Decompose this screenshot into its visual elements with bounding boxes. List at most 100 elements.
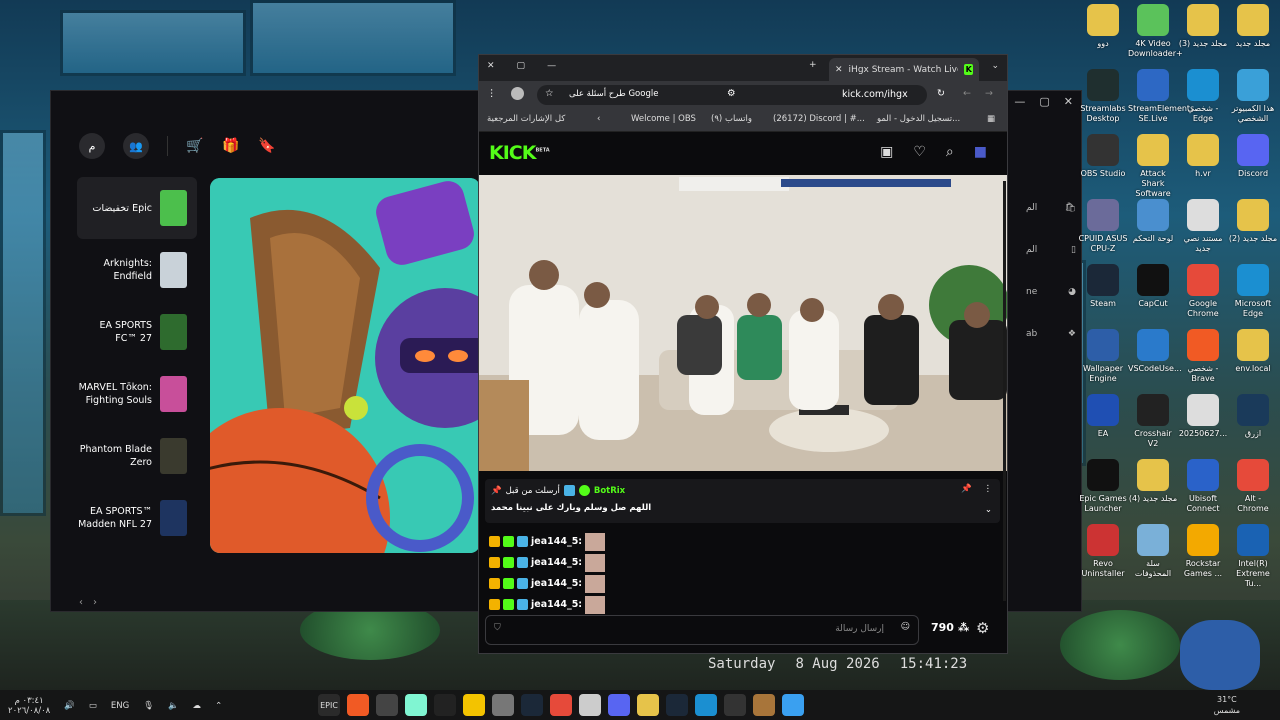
chat-message[interactable]: jea144_5: <box>489 552 606 573</box>
chevron-up-icon[interactable]: ⌃ <box>215 701 222 711</box>
cart-icon[interactable]: 🛒 <box>186 137 204 155</box>
bookmark-discord[interactable]: (26172) Discord | #... <box>773 114 865 124</box>
desktop-icon[interactable]: دوو <box>1078 4 1128 49</box>
more-options-icon[interactable]: ⋮ <box>984 484 993 494</box>
desktop-icon[interactable]: شخصي - Edge <box>1178 69 1228 124</box>
stream-video[interactable] <box>479 175 1007 471</box>
chat-username[interactable]: jea144_5: <box>531 557 582 568</box>
bookmark-obs[interactable]: Welcome | OBS <box>631 114 696 124</box>
kick-logo[interactable]: KICKBETA <box>489 142 550 164</box>
hero-banner[interactable] <box>210 178 480 553</box>
desktop-icon[interactable]: Streamlabs Desktop <box>1078 69 1128 124</box>
desktop-icon[interactable]: h.vr <box>1178 134 1228 179</box>
close-button[interactable]: ✕ <box>487 61 495 71</box>
microphone-icon[interactable]: 🎙 <box>143 701 154 711</box>
taskbar-app-brave[interactable] <box>347 694 369 716</box>
chat-username[interactable]: jea144_5: <box>531 599 582 610</box>
volume-icon[interactable]: 🔊 <box>64 701 75 711</box>
close-button[interactable]: ✕ <box>1064 95 1073 108</box>
desktop-icon[interactable]: (4) مجلد جديد <box>1128 459 1178 504</box>
desktop-icon[interactable]: 4K Video Downloader+ <box>1128 4 1183 59</box>
chevron-left-icon[interactable]: ‹ <box>79 597 83 608</box>
desktop-icon[interactable]: مستند نصي جديد <box>1178 199 1228 254</box>
desktop-icon[interactable]: CapCut <box>1128 264 1178 309</box>
chevron-down-icon[interactable]: ⌄ <box>985 505 992 515</box>
sidebar-item[interactable]: EA SPORTS™ Madden NFL 27 <box>77 487 197 549</box>
gift-icon[interactable]: 🎁 <box>222 137 240 155</box>
minimize-button[interactable]: — <box>547 61 556 71</box>
desktop-icon[interactable]: Ubisoft Connect <box>1178 459 1228 514</box>
taskbar-app-chrome[interactable] <box>550 694 572 716</box>
desktop-icon[interactable]: EA <box>1078 394 1128 439</box>
chrome-window[interactable]: ✕ ▢ — + ✕ iHgx Stream - Watch Live on Ki… <box>478 54 1008 654</box>
weather-widget[interactable]: 31°C مشمس <box>1214 694 1240 716</box>
desktop-icon[interactable]: Epic Games Launcher <box>1078 459 1128 514</box>
account-icon[interactable]: ■ <box>974 144 987 160</box>
desktop-icon[interactable]: ازرق <box>1228 394 1278 439</box>
desktop-icon[interactable]: Google Chrome <box>1178 264 1228 319</box>
bookmark-whatsapp[interactable]: (٩) واتساب <box>711 114 752 124</box>
taskbar-app-streamlabs[interactable] <box>405 694 427 716</box>
forward-icon[interactable]: ← <box>963 88 971 99</box>
desktop-icon[interactable]: StreamElements SE.Live <box>1128 69 1194 124</box>
taskbar-app-steam-2[interactable] <box>666 694 688 716</box>
bookmark-all[interactable]: كل الإشارات المرجعية <box>487 114 565 124</box>
taskbar-app-explorer[interactable] <box>637 694 659 716</box>
maximize-button[interactable]: ▢ <box>1039 95 1049 108</box>
cloud-icon[interactable]: ☁ <box>193 701 202 711</box>
desktop-icon[interactable]: OBS Studio <box>1078 134 1128 179</box>
taskbar-app-food[interactable] <box>753 694 775 716</box>
sidebar-item[interactable]: Phantom Blade Zero <box>77 425 197 487</box>
taskbar-app-steam[interactable] <box>521 694 543 716</box>
desktop-icon[interactable]: 20250627... <box>1178 394 1228 439</box>
reload-icon[interactable]: ↻ <box>937 88 945 99</box>
desktop-icon[interactable]: Crosshair V2 <box>1128 394 1178 449</box>
clip-icon[interactable]: ▣ <box>880 144 893 160</box>
desktop-icon[interactable]: مجلد جديد <box>1228 4 1278 49</box>
chat-message[interactable]: jea144_5: <box>489 573 606 594</box>
google-chip[interactable]: طرح أسئلة على Google <box>569 89 658 99</box>
taskbar-app-edge[interactable] <box>695 694 717 716</box>
chat-message[interactable]: jea144_5: <box>489 531 606 552</box>
taskbar-app-obs[interactable] <box>376 694 398 716</box>
pin-toggle-icon[interactable]: 📌 <box>961 484 972 494</box>
sidebar-item[interactable]: MARVEL Tōkon: Fighting Souls <box>77 363 197 425</box>
desktop-icon[interactable]: Rockstar Games ... <box>1178 524 1228 579</box>
profile-icon[interactable] <box>511 87 524 100</box>
tray-clock[interactable]: ٠٣:٤١ م ٢٠٢٦/٠٨/٠٨ <box>8 696 50 716</box>
url-text[interactable]: kick.com/ihgx <box>842 89 908 100</box>
shield-icon[interactable]: ⛉ <box>494 623 501 633</box>
desktop-icon[interactable]: Steam <box>1078 264 1128 309</box>
desktop-icon[interactable]: Microsoft Edge <box>1228 264 1278 319</box>
settings-icon[interactable]: ⚙ <box>976 619 989 637</box>
chat-username[interactable]: jea144_5: <box>531 536 582 547</box>
bookmark-icon[interactable]: 🔖 <box>258 137 276 155</box>
minimize-button[interactable]: — <box>1014 95 1025 108</box>
desktop-icon[interactable]: شخصي - Brave <box>1178 329 1228 384</box>
desktop-icon[interactable]: Discord <box>1228 134 1278 179</box>
taskbar-app-store[interactable] <box>579 694 601 716</box>
desktop-icon[interactable]: Intel(R) Extreme Tu... <box>1228 524 1278 589</box>
tab-kick[interactable]: ✕ iHgx Stream - Watch Live on Ki K <box>829 58 979 81</box>
friends-icon[interactable]: 👥 <box>123 133 149 159</box>
taskbar-app-files[interactable] <box>492 694 514 716</box>
back-icon[interactable]: → <box>985 88 993 99</box>
pinned-message[interactable]: 📌 أرسلت من قبل BotRix اللهم صل وسلم وبار… <box>485 479 1000 523</box>
desktop-icon[interactable]: Alt - Chrome <box>1228 459 1278 514</box>
desktop-icon[interactable]: CPUID ASUS CPU-Z <box>1078 199 1128 254</box>
bookmark-login[interactable]: تسجيل الدخول - المو... <box>877 114 960 124</box>
chat-message[interactable]: jea144_5: <box>489 594 606 615</box>
chat-input[interactable]: ⛉ إرسال رسالة ☺ <box>485 615 919 645</box>
desktop-icon[interactable]: Revo Uninstaller <box>1078 524 1128 579</box>
sidebar-item[interactable]: EA SPORTS FC™ 27 <box>77 301 197 363</box>
desktop-icon[interactable]: (3) مجلد جديد <box>1178 4 1228 49</box>
chat-scrollbar[interactable] <box>1003 181 1006 601</box>
search-icon[interactable]: ⌕ <box>946 144 954 160</box>
chevron-left-icon[interactable]: ‹ <box>597 114 600 124</box>
desktop-icon[interactable]: لوحة التحكم <box>1128 199 1178 244</box>
sidebar-item[interactable]: Arknights: Endfield <box>77 239 197 301</box>
desktop-icon[interactable]: هذا الكمبيوتر الشخصي <box>1228 69 1278 124</box>
tab-close-icon[interactable]: ✕ <box>835 65 843 75</box>
emoji-icon[interactable]: ☺ <box>901 622 910 632</box>
taskbar-app-epic[interactable]: EPIC <box>318 694 340 716</box>
